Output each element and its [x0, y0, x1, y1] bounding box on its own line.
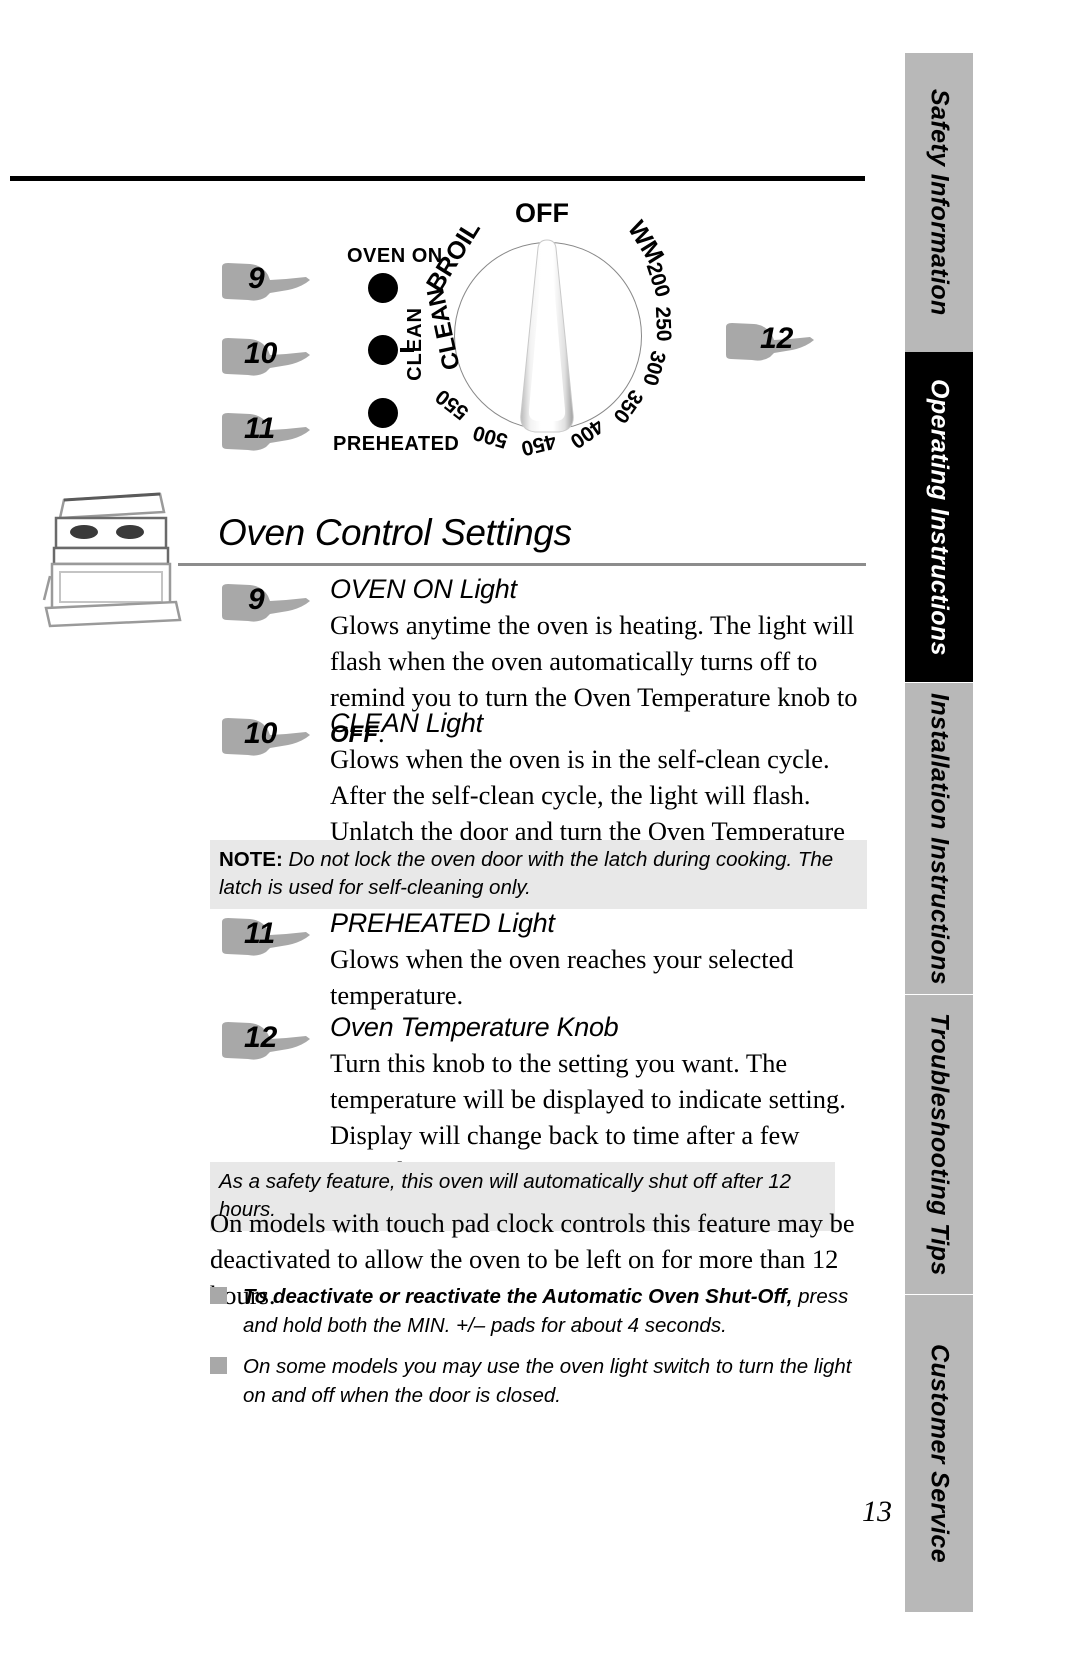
bullet-deactivate-shutoff: To deactivate or reactivate the Automati…	[210, 1282, 870, 1340]
tab-operating-instructions[interactable]: Operating Instructions	[905, 352, 973, 682]
bullet-square-icon	[210, 1287, 227, 1304]
title-divider	[178, 563, 866, 566]
callout-9: 9	[218, 257, 313, 303]
pointing-hand-icon	[222, 263, 310, 301]
tab-customer-service[interactable]: Customer Service	[905, 1294, 973, 1612]
note-text: Do not lock the oven door with the latch…	[219, 848, 834, 899]
item-heading: Oven Temperature Knob	[330, 1012, 619, 1042]
tab-label: Operating Instructions	[925, 378, 954, 656]
note-box: NOTE: Do not lock the oven door with the…	[210, 840, 867, 909]
range-oven-icon	[42, 492, 182, 628]
bullet-square-icon	[210, 1357, 227, 1374]
callout-12-inline: 12	[218, 1016, 313, 1062]
callout-10-inline: 10	[218, 712, 313, 758]
item-heading: PREHEATED Light	[330, 908, 555, 938]
item-heading: OVEN ON Light	[330, 574, 517, 604]
pointing-hand-icon	[222, 584, 310, 622]
dial-pointer-knob	[520, 239, 574, 433]
dial-mark-200: 200	[641, 259, 675, 301]
tab-label: Troubleshooting Tips	[925, 1013, 954, 1276]
oven-control-panel-diagram: 9 10 11 12 OVEN ON CLEAN PREHEATED OFF W…	[0, 195, 900, 495]
bullet-text: On some models you may use the oven ligh…	[243, 1355, 852, 1407]
callout-number: 9	[248, 262, 265, 295]
oven-temperature-dial[interactable]: OFF WM 200 250 300 350 400 450 500 550 C…	[421, 198, 675, 460]
item-body-text: Glows anytime the oven is heating. The l…	[330, 610, 858, 712]
tab-label: Safety Information	[925, 89, 954, 316]
bullet-oven-light-switch: On some models you may use the oven ligh…	[210, 1352, 870, 1410]
dial-mark-550: 550	[431, 384, 474, 425]
callout-11: 11	[218, 407, 313, 453]
tab-installation-instructions[interactable]: Installation Instructions	[905, 682, 973, 994]
dial-mark-250: 250	[650, 306, 676, 342]
oven-on-lamp-icon	[368, 273, 398, 303]
dial-mark-300: 300	[638, 348, 670, 389]
clean-light-label: CLEAN	[404, 307, 426, 381]
callout-number: 10	[244, 717, 278, 750]
callout-9-inline: 9	[218, 578, 313, 624]
oven-on-light-label: OVEN ON	[347, 245, 443, 267]
item-body-text: Glows when the oven reaches your selecte…	[330, 944, 794, 1010]
callout-number: 11	[244, 412, 276, 445]
header-rule	[10, 176, 865, 181]
item-preheated-light: 11 PREHEATED Light Glows when the oven r…	[218, 908, 866, 1013]
tab-label: Customer Service	[925, 1344, 954, 1563]
tab-safety-information[interactable]: Safety Information	[905, 52, 973, 352]
tab-troubleshooting-tips[interactable]: Troubleshooting Tips	[905, 994, 973, 1294]
callout-11-inline: 11	[218, 912, 313, 958]
callout-number: 12	[760, 322, 794, 355]
callout-number: 11	[244, 917, 276, 950]
dial-mark-off: OFF	[515, 198, 569, 228]
section-tab-rail: Safety Information Operating Instruction…	[905, 52, 973, 1612]
callout-number: 9	[248, 583, 265, 616]
manual-page: Safety Information Operating Instruction…	[0, 0, 1080, 1669]
tab-label: Installation Instructions	[925, 692, 954, 985]
item-body: Glows when the oven reaches your selecte…	[330, 941, 850, 1013]
dial-mark-500: 500	[470, 420, 511, 453]
item-heading: CLEAN Light	[330, 708, 483, 738]
bullet-bold-lead: To deactivate or reactivate the Automati…	[243, 1285, 793, 1308]
clean-lamp-icon	[368, 335, 398, 365]
page-number: 13	[862, 1495, 892, 1528]
callout-number: 12	[244, 1021, 278, 1054]
page-title: Oven Control Settings	[218, 512, 572, 553]
callout-number: 10	[244, 337, 278, 370]
preheated-lamp-icon	[368, 398, 398, 428]
callout-12: 12	[722, 317, 817, 363]
callout-10: 10	[218, 332, 313, 378]
note-label: NOTE:	[219, 848, 283, 871]
